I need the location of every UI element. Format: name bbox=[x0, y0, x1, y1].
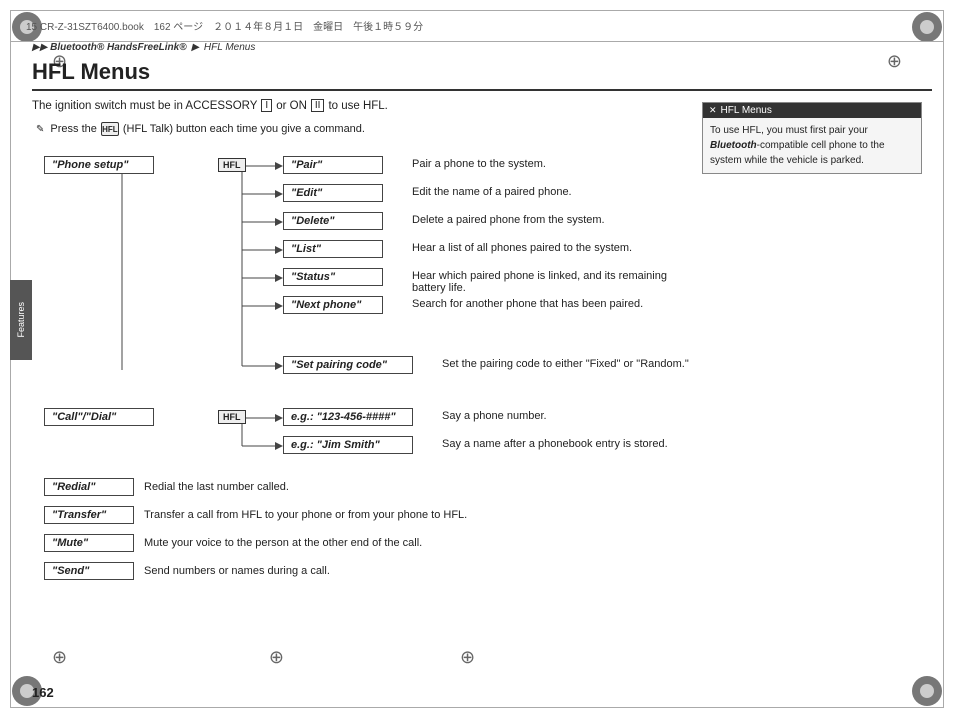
ignition-end: to use HFL. bbox=[328, 100, 387, 112]
cmd-delete: "Delete" bbox=[283, 212, 383, 230]
cmd-status: "Status" bbox=[283, 268, 383, 286]
desc-mute: Mute your voice to the person at the oth… bbox=[144, 537, 422, 549]
cmd-set-pairing: "Set pairing code" bbox=[283, 356, 413, 374]
header-text: 15 CR-Z-31SZT6400.book 162 ページ ２０１４年８月１日… bbox=[26, 18, 423, 33]
top-header: 15 CR-Z-31SZT6400.book 162 ページ ２０１４年８月１日… bbox=[10, 10, 944, 42]
info-box-text: To use HFL, you must first pair your Blu… bbox=[710, 125, 885, 166]
cmd-redial: "Redial" bbox=[44, 478, 134, 496]
desc-edit: Edit the name of a paired phone. bbox=[412, 186, 572, 198]
crosshair-bm: ⊕ bbox=[269, 648, 284, 666]
breadcrumb: ▶▶ Bluetooth® HandsFreeLink® ▶ HFL Menus bbox=[32, 42, 932, 53]
cmd-mute: "Mute" bbox=[44, 534, 134, 552]
cmd-list: "List" bbox=[283, 240, 383, 258]
breadcrumb-part1: Bluetooth® HandsFreeLink® bbox=[50, 42, 186, 53]
note-icon: ✎ bbox=[36, 124, 44, 135]
desc-send: Send numbers or names during a call. bbox=[144, 565, 330, 577]
desc-set-pairing: Set the pairing code to either "Fixed" o… bbox=[442, 358, 689, 370]
phone-setup-label: "Phone setup" bbox=[52, 159, 128, 171]
hfl-talk-icon: HFL bbox=[101, 122, 119, 136]
info-box-header: ✕ HFL Menus bbox=[703, 103, 921, 118]
crosshair-bl: ⊕ bbox=[52, 648, 67, 666]
desc-pair: Pair a phone to the system. bbox=[412, 158, 546, 170]
info-box: ✕ HFL Menus To use HFL, you must first p… bbox=[702, 102, 922, 174]
hfl-icon-phone-setup: HFL bbox=[218, 158, 246, 172]
page-number: 162 bbox=[32, 685, 54, 700]
desc-transfer: Transfer a call from HFL to your phone o… bbox=[144, 509, 467, 521]
info-box-title: HFL Menus bbox=[721, 105, 772, 116]
simple-cmd-1: "Transfer" Transfer a call from HFL to y… bbox=[44, 506, 467, 524]
cmd-pair: "Pair" bbox=[283, 156, 383, 174]
diagram-container: "Phone setup" HFL "Pair" Pair a phone to… bbox=[32, 148, 692, 568]
call-dial-box: "Call"/"Dial" bbox=[44, 408, 154, 426]
breadcrumb-part2: HFL Menus bbox=[204, 42, 256, 53]
desc-list: Hear a list of all phones paired to the … bbox=[412, 242, 632, 254]
key-box-2: II bbox=[311, 99, 325, 112]
main-content: ▶▶ Bluetooth® HandsFreeLink® ▶ HFL Menus… bbox=[32, 42, 932, 568]
press-text: Press the bbox=[50, 123, 96, 135]
cmd-transfer: "Transfer" bbox=[44, 506, 134, 524]
ignition-or: or ON bbox=[276, 100, 307, 112]
simple-cmd-0: "Redial" Redial the last number called. bbox=[44, 478, 467, 496]
simple-cmd-3: "Send" Send numbers or names during a ca… bbox=[44, 562, 467, 580]
cmd-send: "Send" bbox=[44, 562, 134, 580]
key-box-1: I bbox=[261, 99, 272, 112]
side-tab: Features bbox=[10, 280, 32, 360]
side-tab-label: Features bbox=[16, 302, 26, 338]
cmd-number: e.g.: "123-456-####" bbox=[283, 408, 413, 426]
hfl-icon-call-dial: HFL bbox=[218, 410, 246, 424]
simple-cmd-2: "Mute" Mute your voice to the person at … bbox=[44, 534, 467, 552]
phone-setup-box: "Phone setup" bbox=[44, 156, 154, 174]
desc-name: Say a name after a phonebook entry is st… bbox=[442, 438, 668, 450]
cmd-next-phone: "Next phone" bbox=[283, 296, 383, 314]
breadcrumb-arrow: ▶▶ bbox=[32, 42, 47, 53]
crosshair-bc: ⊕ bbox=[460, 648, 475, 666]
ignition-text-1: The ignition switch must be in ACCESSORY bbox=[32, 100, 257, 112]
desc-redial: Redial the last number called. bbox=[144, 481, 289, 493]
desc-delete: Delete a paired phone from the system. bbox=[412, 214, 605, 226]
page-title: HFL Menus bbox=[32, 59, 932, 91]
desc-number: Say a phone number. bbox=[442, 410, 547, 422]
hfl-note-text: (HFL Talk) button each time you give a c… bbox=[123, 123, 365, 135]
desc-next-phone: Search for another phone that has been p… bbox=[412, 298, 643, 310]
cmd-name: e.g.: "Jim Smith" bbox=[283, 436, 413, 454]
info-box-body: To use HFL, you must first pair your Blu… bbox=[703, 118, 921, 173]
cmd-edit: "Edit" bbox=[283, 184, 383, 202]
desc-status: Hear which paired phone is linked, and i… bbox=[412, 270, 692, 294]
simple-commands: "Redial" Redial the last number called. … bbox=[44, 478, 467, 580]
